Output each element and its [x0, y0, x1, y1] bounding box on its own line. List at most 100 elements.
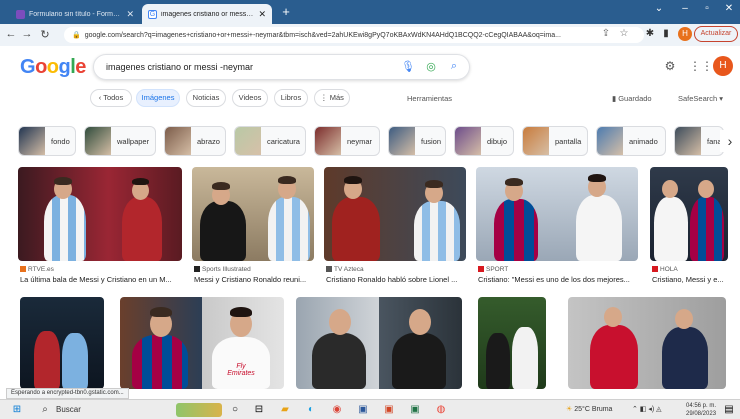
excel-icon[interactable]: ▣ [408, 403, 422, 417]
windows-start-icon[interactable]: ⊞ [10, 403, 24, 417]
related-chip[interactable]: neymar [314, 126, 380, 156]
apps-grid-icon[interactable]: ⋮⋮ [689, 59, 713, 73]
close-window-icon[interactable]: ✕ [720, 3, 738, 14]
search-highlight-image[interactable] [176, 403, 222, 417]
user-avatar[interactable]: H [713, 56, 733, 76]
minimize-icon[interactable]: – [676, 3, 694, 14]
result-image[interactable] [20, 297, 104, 389]
filter-all[interactable]: ‹ Todos [90, 89, 132, 107]
address-bar[interactable]: 🔒 google.com/search?q=imagenes+cristiano… [64, 27, 644, 43]
chip-label: pantalla [555, 136, 582, 146]
result-title[interactable]: La última bala de Messi y Cristiano en u… [20, 275, 182, 284]
filter-label: Todos [103, 93, 124, 102]
bookmark-star-icon[interactable]: ☆ [618, 28, 630, 39]
filter-images[interactable]: Imágenes [136, 89, 180, 107]
task-view-icon[interactable]: ○ [228, 403, 242, 417]
sidepanel-icon[interactable]: ▮ [660, 28, 672, 39]
player-hair [150, 307, 172, 317]
edge-icon[interactable]: ◐ [304, 403, 318, 417]
tab-list-icon[interactable]: ⌄ [650, 3, 668, 14]
related-chip[interactable]: caricatura [234, 126, 306, 156]
google-logo[interactable]: Google [20, 56, 86, 79]
chrome-icon[interactable]: ◉ [330, 403, 344, 417]
result-image[interactable] [650, 167, 728, 261]
result-image[interactable] [478, 297, 546, 389]
file-explorer-icon[interactable]: ▰ [278, 403, 292, 417]
lens-icon[interactable]: ◎ [424, 60, 438, 73]
screen: Formulario sin título - Formulari... ✕ G… [0, 0, 740, 419]
jersey-sponsor: Fly Emirates [224, 363, 258, 377]
browser-titlebar: Formulario sin título - Formulari... ✕ G… [0, 0, 740, 24]
chevron-right-icon[interactable]: › [720, 130, 740, 152]
result-image[interactable] [568, 297, 726, 389]
source-icon [652, 266, 658, 272]
google-app-icon[interactable]: ◍ [434, 403, 448, 417]
close-icon[interactable]: ✕ [126, 9, 134, 20]
taskbar-search[interactable]: Buscar [56, 405, 81, 414]
word-icon[interactable]: ▣ [356, 403, 370, 417]
related-chip[interactable]: fusion [388, 126, 446, 156]
result-image[interactable]: Fly Emirates [120, 297, 284, 389]
saved-label: Guardado [618, 94, 652, 103]
player-figure [200, 201, 246, 261]
result-title[interactable]: Messi y Cristiano Ronaldo reuni... [194, 275, 314, 284]
weather-widget[interactable]: ☀ 25°C Bruma [566, 405, 612, 413]
maximize-icon[interactable]: ▫ [698, 3, 716, 14]
result-title[interactable]: Cristiano Ronaldo habló sobre Lionel ... [326, 275, 466, 284]
tab-google-images[interactable]: G imagenes cristiano or messi -ney... ✕ [142, 4, 272, 24]
browser-profile-avatar[interactable]: H [678, 27, 692, 41]
related-chip[interactable]: abrazo [164, 126, 226, 156]
source-label: TV Azteca [334, 266, 364, 273]
player-figure [662, 327, 708, 389]
microphone-icon[interactable]: 🎙 [401, 60, 415, 73]
tools-button[interactable]: Herramientas [407, 94, 452, 103]
related-chip[interactable]: fondo [18, 126, 76, 156]
result-image[interactable] [18, 167, 182, 261]
share-icon[interactable]: ⇪ [600, 28, 612, 39]
filter-videos[interactable]: Videos [232, 89, 268, 107]
tab-forms[interactable]: Formulario sin título - Formulari... ✕ [10, 4, 140, 24]
filter-news[interactable]: Noticias [186, 89, 226, 107]
extensions-icon[interactable]: ✱ [644, 28, 656, 39]
chip-thumbnail [455, 127, 481, 155]
new-tab-button[interactable]: + [278, 4, 294, 19]
related-chip[interactable]: wallpaper [84, 126, 156, 156]
player-hair [230, 307, 252, 317]
settings-gear-icon[interactable]: ⚙ [663, 59, 677, 73]
update-button[interactable]: Actualizar [694, 26, 738, 42]
system-tray[interactable]: ⌃ ◧ ◂) ◬ [632, 405, 662, 413]
widgets-icon[interactable]: ⊟ [252, 403, 266, 417]
filter-more[interactable]: ⋮ Más [314, 89, 350, 107]
result-image[interactable] [476, 167, 638, 261]
chip-thumbnail [315, 127, 341, 155]
forward-icon[interactable]: → [20, 28, 34, 40]
safesearch-button[interactable]: SafeSearch ▾ [678, 94, 723, 103]
result-title[interactable]: Cristiano: "Messi es uno de los dos mejo… [478, 275, 638, 284]
result-source: HOLA [652, 266, 678, 273]
result-image[interactable] [192, 167, 314, 261]
reload-icon[interactable]: ↻ [38, 28, 52, 41]
search-icon[interactable]: ⌕ [38, 403, 52, 417]
player-hair [505, 178, 523, 186]
sun-icon: ☀ [566, 406, 575, 413]
source-icon [478, 266, 484, 272]
tab-label: imagenes cristiano or messi -ney... [161, 10, 254, 18]
powerpoint-icon[interactable]: ▣ [382, 403, 396, 417]
tab-label: Formulario sin título - Formulari... [29, 10, 123, 18]
related-chip[interactable]: animado [596, 126, 666, 156]
result-title[interactable]: Cristiano, Messi y e... [652, 275, 730, 284]
related-chip[interactable]: pantalla [522, 126, 588, 156]
back-icon[interactable]: ← [4, 28, 18, 40]
related-chip[interactable]: fana [674, 126, 724, 156]
saved-button[interactable]: ▮ Guardado [612, 94, 652, 103]
close-icon[interactable]: ✕ [258, 9, 266, 20]
clock[interactable]: 04:56 p. m. 29/08/2023 [686, 402, 716, 418]
result-image[interactable] [324, 167, 466, 261]
result-image[interactable] [296, 297, 462, 389]
player-figure [576, 195, 622, 261]
player-figure [34, 331, 60, 389]
filter-books[interactable]: Libros [274, 89, 308, 107]
search-icon[interactable]: ⌕ [447, 60, 461, 73]
related-chip[interactable]: dibujo [454, 126, 514, 156]
notifications-icon[interactable]: ▤ [722, 403, 736, 417]
